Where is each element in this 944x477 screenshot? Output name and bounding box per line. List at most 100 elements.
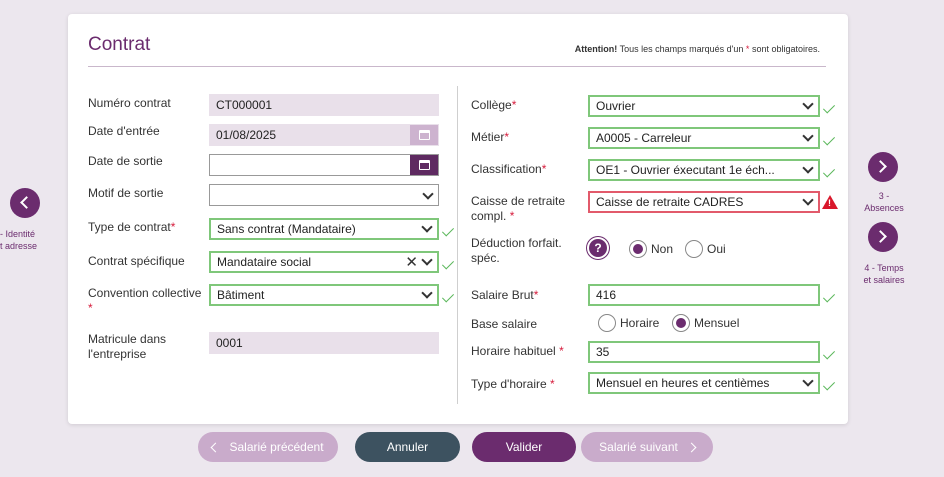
previous-section-label[interactable]: - Identité t adresse [0, 228, 56, 252]
notice-text: Tous les champs marqués d'un [619, 44, 744, 54]
type-horaire-select[interactable]: Mensuel en heures et centièmes [588, 372, 820, 394]
type-contrat-label-text: Type de contrat [88, 220, 171, 234]
required-star: * [541, 162, 547, 176]
chevron-left-icon [20, 196, 33, 209]
date-sortie-label: Date de sortie [88, 154, 163, 168]
valid-check-icon [822, 347, 836, 360]
caisse-retraite-select[interactable]: Caisse de retraite CADRES [588, 191, 820, 213]
contract-form-card: Contrat Attention! Tous les champs marqu… [68, 14, 848, 424]
required-star: * [504, 130, 510, 144]
deduction-non-radio[interactable]: Non [629, 240, 673, 258]
warning-icon: ! [822, 195, 838, 209]
previous-section-label-line1: - Identité [0, 229, 36, 239]
deduction-oui-label: Oui [707, 242, 726, 256]
chevron-right-icon [874, 160, 887, 173]
salaire-brut-input[interactable]: 416 [588, 284, 820, 306]
college-label: Collège* [471, 98, 516, 113]
classification-value: OE1 - Ouvrier éxecutant 1e éch... [596, 163, 775, 177]
deduction-non-label: Non [651, 242, 674, 256]
contrat-specifique-value: Mandataire social [217, 255, 312, 269]
motif-sortie-select[interactable] [209, 184, 439, 206]
radio-dot [598, 314, 616, 332]
chevron-down-icon [421, 221, 433, 233]
contrat-specifique-select[interactable]: Mandataire social ✕ [209, 251, 439, 273]
matricule-label: Matricule dans l'entreprise [88, 332, 167, 361]
required-fields-notice: Attention! Tous les champs marqués d'un … [575, 44, 820, 54]
college-value: Ouvrier [596, 99, 636, 113]
calendar-icon[interactable] [410, 155, 438, 175]
convention-collective-select[interactable]: Bâtiment [209, 284, 439, 306]
next-section-temps-button[interactable] [868, 222, 898, 252]
required-star: * [88, 301, 93, 315]
section-temps-label-line1: 4 - Temps [864, 263, 904, 273]
section-temps-label[interactable]: 4 - Temps et salaires [852, 262, 916, 286]
chevron-down-icon [422, 188, 434, 200]
classification-select[interactable]: OE1 - Ouvrier éxecutant 1e éch... [588, 159, 820, 181]
chevron-right-icon [874, 230, 887, 243]
required-star: * [533, 288, 539, 302]
valid-check-icon [822, 290, 836, 303]
college-select[interactable]: Ouvrier [588, 95, 820, 117]
section-temps-label-line2: et salaires [863, 275, 905, 285]
convention-collective-value: Bâtiment [217, 288, 265, 302]
metier-label-text: Métier [471, 130, 505, 144]
date-sortie-input[interactable] [209, 154, 439, 176]
required-star: * [511, 98, 517, 112]
radio-dot-selected [629, 240, 647, 258]
help-icon[interactable]: ? [589, 239, 607, 257]
next-employee-button[interactable]: Salarié suivant [581, 432, 713, 462]
metier-label: Métier* [471, 130, 509, 145]
chevron-down-icon [802, 98, 814, 110]
previous-employee-button[interactable]: Salarié précédent [198, 432, 338, 462]
type-contrat-label: Type de contrat* [88, 220, 175, 235]
college-label-text: Collège [471, 98, 512, 112]
validate-button[interactable]: Valider [472, 432, 576, 462]
valid-check-icon [441, 224, 455, 237]
deduction-label: Déduction forfait. spéc. [471, 236, 562, 265]
type-horaire-label-text: Type d'horaire [471, 377, 547, 391]
previous-section-button[interactable] [10, 188, 40, 218]
chevron-down-icon [802, 130, 814, 142]
section-absences-label-line1: 3 - [878, 191, 890, 201]
section-absences-label-line2: Absences [864, 203, 904, 213]
numero-contrat-value: CT000001 [216, 98, 273, 112]
base-horaire-radio[interactable]: Horaire [598, 314, 659, 332]
base-salaire-label: Base salaire [471, 317, 538, 331]
salaire-brut-label-text: Salaire Brut [471, 288, 534, 302]
classification-label-text: Classification [471, 162, 542, 176]
title-divider [88, 66, 826, 67]
date-entree-field: 01/08/2025 [209, 124, 439, 146]
numero-contrat-label: Numéro contrat [88, 96, 171, 110]
convention-collective-label-text: Convention collective [88, 286, 202, 300]
next-section-absences-button[interactable] [868, 152, 898, 182]
clear-icon[interactable]: ✕ [405, 253, 418, 271]
radio-dot [685, 240, 703, 258]
deduction-oui-radio[interactable]: Oui [685, 240, 726, 258]
chevron-right-icon [686, 442, 697, 452]
metier-select[interactable]: A0005 - Carreleur [588, 127, 820, 149]
cancel-label: Annuler [386, 440, 429, 454]
required-star: * [170, 220, 176, 234]
section-absences-label[interactable]: 3 - Absences [852, 190, 916, 214]
required-star: * [559, 344, 564, 358]
caisse-retraite-label-text: Caisse de retraite compl. [471, 194, 566, 223]
horaire-habituel-label-text: Horaire habituel [471, 344, 556, 358]
type-horaire-label: Type d'horaire * [471, 377, 555, 392]
type-horaire-value: Mensuel en heures et centièmes [596, 376, 770, 390]
valid-check-icon [822, 378, 836, 391]
type-contrat-value: Sans contrat (Mandataire) [217, 222, 356, 236]
chevron-down-icon [802, 162, 814, 174]
previous-section-label-line2: t adresse [0, 241, 38, 251]
valid-check-icon [822, 133, 836, 146]
type-contrat-select[interactable]: Sans contrat (Mandataire) [209, 218, 439, 240]
calendar-icon [410, 125, 438, 145]
contrat-specifique-label: Contrat spécifique [88, 254, 185, 268]
date-entree-value: 01/08/2025 [216, 128, 277, 142]
caisse-retraite-value: Caisse de retraite CADRES [596, 195, 744, 209]
salaire-brut-value: 416 [596, 288, 617, 302]
base-mensuel-radio[interactable]: Mensuel [672, 314, 739, 332]
horaire-habituel-input[interactable]: 35 [588, 341, 820, 363]
required-star: * [550, 377, 555, 391]
cancel-button[interactable]: Annuler [355, 432, 460, 462]
chevron-left-icon [211, 442, 221, 452]
